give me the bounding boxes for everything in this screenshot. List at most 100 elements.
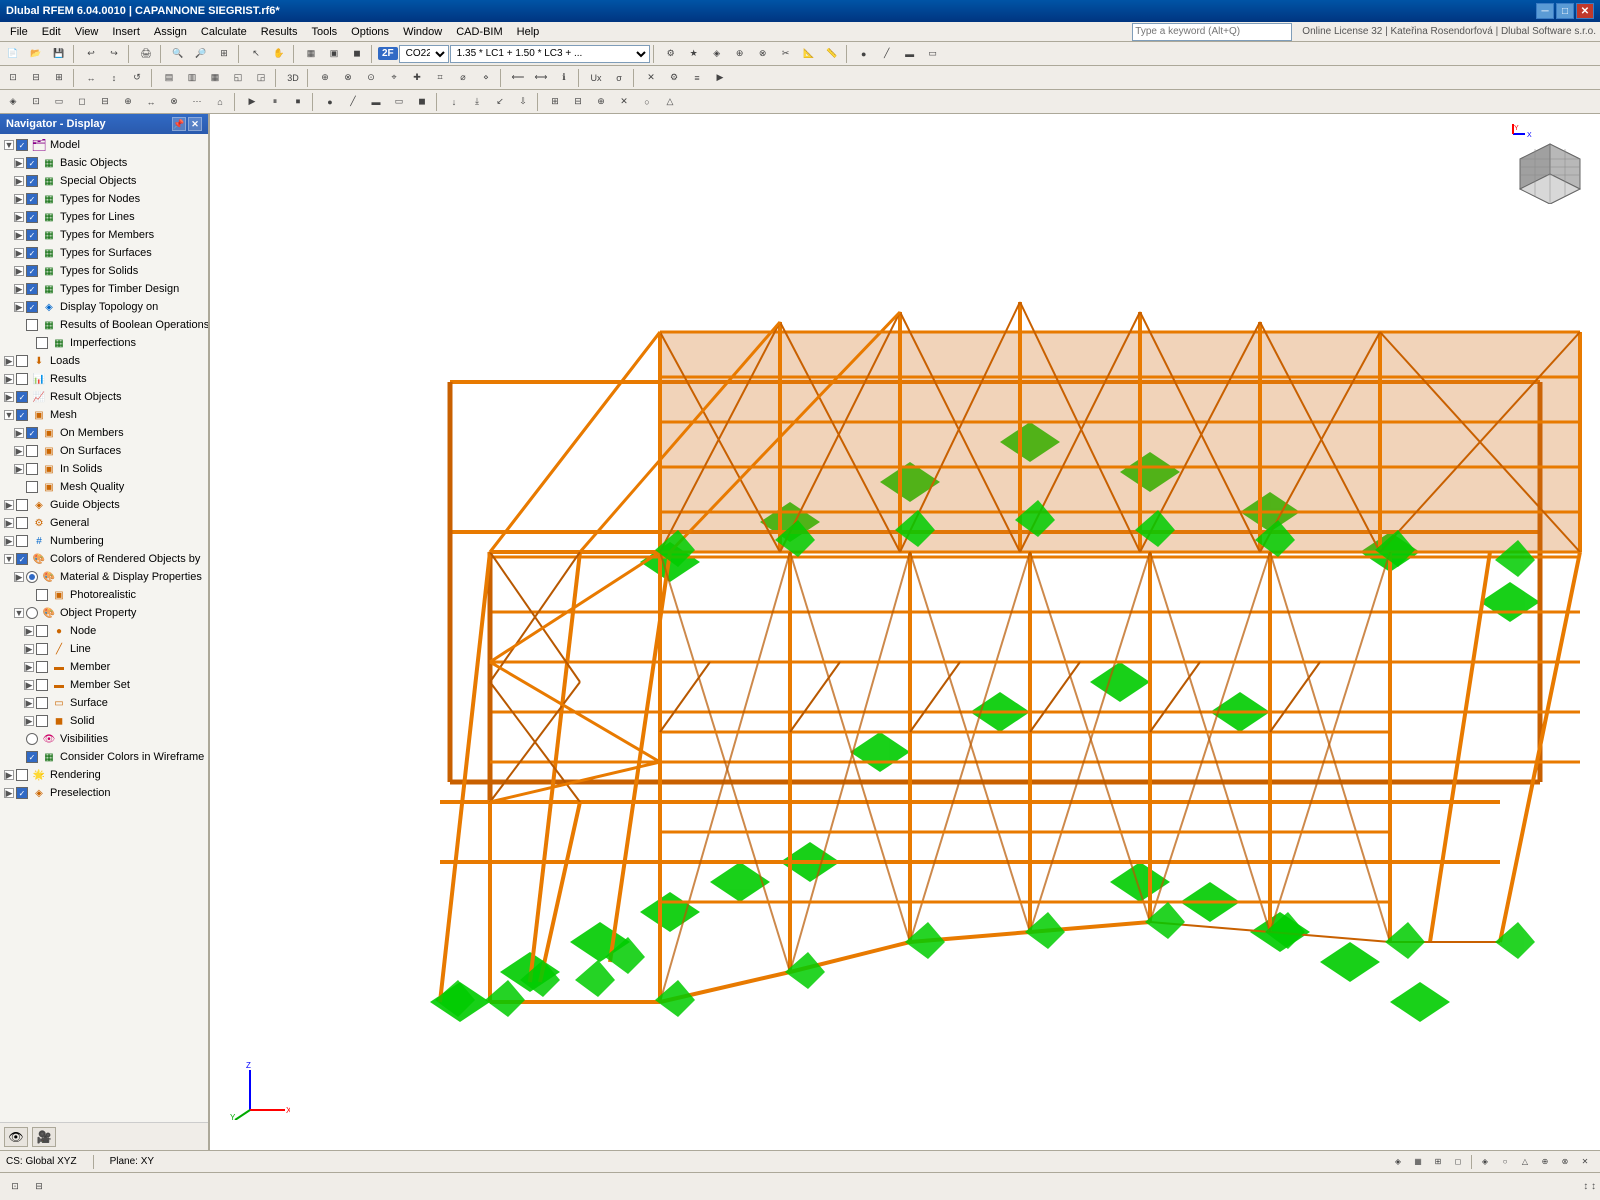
tree-item-material-display[interactable]: ▶ 🎨 Material & Display Properties [0, 568, 208, 586]
tb2-snap2[interactable]: ⊗ [337, 68, 359, 88]
tb3-load2[interactable]: ⤓ [466, 92, 488, 112]
status-btn-2[interactable]: ▦ [1409, 1153, 1427, 1171]
check-boolean[interactable] [26, 319, 38, 331]
tb3-load1[interactable]: ↓ [443, 92, 465, 112]
tb2-snap3[interactable]: ⊙ [360, 68, 382, 88]
expand-colors[interactable]: ▼ [4, 554, 14, 564]
tb3-load4[interactable]: ⇩ [512, 92, 534, 112]
tb-render1[interactable]: ▦ [300, 44, 322, 64]
tb3-6[interactable]: ⊕ [117, 92, 139, 112]
radio-object-property[interactable] [26, 607, 38, 619]
check-display-topology[interactable]: ✓ [26, 301, 38, 313]
menu-insert[interactable]: Insert [106, 24, 146, 40]
tb2-view3[interactable]: ▦ [204, 68, 226, 88]
expand-loads[interactable]: ▶ [4, 356, 14, 366]
expand-model[interactable]: ▼ [4, 140, 14, 150]
radio-visibilities[interactable] [26, 733, 38, 745]
expand-types-lines[interactable]: ▶ [14, 212, 24, 222]
tb-extra4[interactable]: ⊕ [729, 44, 751, 64]
tree-item-member[interactable]: ▶ ▬ Member [0, 658, 208, 676]
menu-cad-bim[interactable]: CAD-BIM [450, 24, 508, 40]
tb2-del[interactable]: ✕ [640, 68, 662, 88]
tree-item-general[interactable]: ▶ ⚙ General [0, 514, 208, 532]
tb-extra6[interactable]: ✂ [775, 44, 797, 64]
tree-item-node[interactable]: ▶ ● Node [0, 622, 208, 640]
expand-guide-objects[interactable]: ▶ [4, 500, 14, 510]
tb3-triangle[interactable]: △ [659, 92, 681, 112]
tree-item-mesh[interactable]: ▼ ✓ ▣ Mesh [0, 406, 208, 424]
expand-types-timber[interactable]: ▶ [14, 284, 24, 294]
tree-item-member-set[interactable]: ▶ ▬ Member Set [0, 676, 208, 694]
tree-item-rendering[interactable]: ▶ 🌟 Rendering [0, 766, 208, 784]
expand-solid[interactable]: ▶ [24, 716, 34, 726]
check-member[interactable] [36, 661, 48, 673]
tree-item-boolean[interactable]: ▦ Results of Boolean Operations [0, 316, 208, 334]
tb2-result2[interactable]: σ [608, 68, 630, 88]
expand-object-property[interactable]: ▼ [14, 608, 24, 618]
tb2-snap5[interactable]: ✚ [406, 68, 428, 88]
tb2-3d[interactable]: 3D [282, 68, 304, 88]
tb2-table[interactable]: ≡ [686, 68, 708, 88]
tb-extra8[interactable]: 📏 [821, 44, 843, 64]
tree-item-result-objects[interactable]: ▶ ✓ 📈 Result Objects [0, 388, 208, 406]
tb3-node[interactable]: ● [319, 92, 341, 112]
tb-member[interactable]: ▬ [899, 44, 921, 64]
tree-item-display-topology[interactable]: ▶ ✓ ◈ Display Topology on [0, 298, 208, 316]
tree-item-types-timber[interactable]: ▶ ✓ ▦ Types for Timber Design [0, 280, 208, 298]
tb2-snap1[interactable]: ⊕ [314, 68, 336, 88]
check-colors[interactable]: ✓ [16, 553, 28, 565]
close-button[interactable]: ✕ [1576, 3, 1594, 19]
tb-zoom-in[interactable]: 🔍 [167, 44, 189, 64]
check-numbering[interactable] [16, 535, 28, 547]
expand-types-nodes[interactable]: ▶ [14, 194, 24, 204]
tb-extra5[interactable]: ⊗ [752, 44, 774, 64]
check-mesh-quality[interactable] [26, 481, 38, 493]
expand-material-display[interactable]: ▶ [14, 572, 24, 582]
tree-item-line[interactable]: ▶ ╱ Line [0, 640, 208, 658]
tree-item-colors-rendered[interactable]: ▼ ✓ 🎨 Colors of Rendered Objects by [0, 550, 208, 568]
tb2-rotate[interactable]: ↺ [126, 68, 148, 88]
tb-undo[interactable]: ↩ [80, 44, 102, 64]
check-result-objects[interactable]: ✓ [16, 391, 28, 403]
tb-node[interactable]: ● [853, 44, 875, 64]
tree-item-types-lines[interactable]: ▶ ✓ ▦ Types for Lines [0, 208, 208, 226]
status-btn-4[interactable]: ◻ [1449, 1153, 1467, 1171]
check-special[interactable]: ✓ [26, 175, 38, 187]
tb2-snap6[interactable]: ⌗ [429, 68, 451, 88]
expand-result-objects[interactable]: ▶ [4, 392, 14, 402]
tb-new[interactable]: 📄 [2, 44, 24, 64]
bottom-btn-2[interactable]: ⊟ [28, 1177, 50, 1197]
tb3-10[interactable]: ⌂ [209, 92, 231, 112]
tb-fit[interactable]: ⊞ [213, 44, 235, 64]
expand-mesh[interactable]: ▼ [4, 410, 14, 420]
tb-line[interactable]: ╱ [876, 44, 898, 64]
expand-preselection[interactable]: ▶ [4, 788, 14, 798]
tb2-view2[interactable]: ▥ [181, 68, 203, 88]
check-loads[interactable] [16, 355, 28, 367]
tb2-info[interactable]: ℹ [553, 68, 575, 88]
tree-item-types-members[interactable]: ▶ ✓ ▦ Types for Members [0, 226, 208, 244]
check-types-nodes[interactable]: ✓ [26, 193, 38, 205]
titlebar-controls[interactable]: ─ □ ✕ [1536, 3, 1594, 19]
check-guide-objects[interactable] [16, 499, 28, 511]
tb2-dim2[interactable]: ⟷ [530, 68, 552, 88]
tree-item-photorealistic[interactable]: ▣ Photorealistic [0, 586, 208, 604]
expand-rendering[interactable]: ▶ [4, 770, 14, 780]
check-in-solids[interactable] [26, 463, 38, 475]
tree-item-basic-objects[interactable]: ▶ ✓ ▦ Basic Objects [0, 154, 208, 172]
check-types-lines[interactable]: ✓ [26, 211, 38, 223]
expand-member[interactable]: ▶ [24, 662, 34, 672]
status-btn-9[interactable]: ⊗ [1556, 1153, 1574, 1171]
tree-item-types-solids[interactable]: ▶ ✓ ▦ Types for Solids [0, 262, 208, 280]
expand-on-members[interactable]: ▶ [14, 428, 24, 438]
check-node[interactable] [36, 625, 48, 637]
tb2-calc[interactable]: ▶ [709, 68, 731, 88]
tb-save[interactable]: 💾 [48, 44, 70, 64]
cube-navigator[interactable]: X Y [1510, 124, 1590, 204]
tree-item-special-objects[interactable]: ▶ ✓ ▦ Special Objects [0, 172, 208, 190]
menu-view[interactable]: View [69, 24, 105, 40]
tb-select[interactable]: ↖ [245, 44, 267, 64]
tb3-8[interactable]: ⊗ [163, 92, 185, 112]
combo-co[interactable]: CO22 [399, 45, 449, 63]
tb3-surface[interactable]: ▭ [388, 92, 410, 112]
